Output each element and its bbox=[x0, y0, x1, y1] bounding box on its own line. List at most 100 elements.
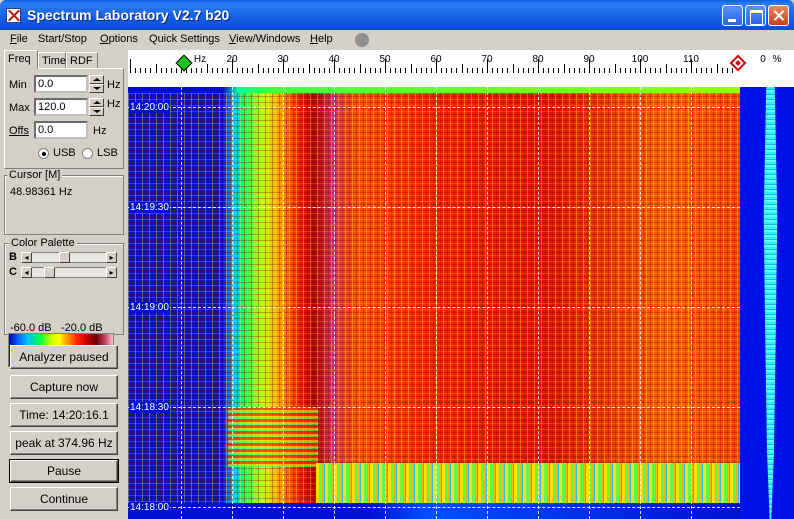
frequency-gridline bbox=[436, 87, 437, 519]
pause-button[interactable]: Pause bbox=[9, 459, 119, 483]
min-label: Min bbox=[9, 79, 27, 91]
scale-tick bbox=[293, 68, 295, 73]
scale-tick bbox=[497, 68, 499, 73]
time-label: 14:19:00 bbox=[129, 302, 170, 313]
scale-tick bbox=[425, 68, 427, 73]
frequency-gridline bbox=[691, 87, 692, 519]
scale-tick bbox=[155, 64, 157, 73]
app-icon[interactable] bbox=[6, 8, 21, 23]
offs-unit-label: Hz bbox=[93, 125, 107, 137]
frequency-gridline bbox=[487, 87, 488, 519]
min-frequency-input[interactable]: 0.0 bbox=[34, 75, 88, 93]
scale-tick bbox=[191, 68, 193, 73]
scale-tick-label: 80 bbox=[532, 54, 544, 65]
frequency-gridline bbox=[334, 87, 335, 519]
scale-tick bbox=[318, 68, 320, 73]
scale-tick bbox=[599, 68, 601, 73]
frequency-settings: Min 0.0 Hz Max 120.0 Hz Offs 0.0 Hz USB … bbox=[4, 68, 124, 169]
scale-tick bbox=[140, 68, 142, 73]
scale-tick bbox=[247, 68, 249, 73]
tab-rdf[interactable]: RDF bbox=[66, 52, 98, 69]
title-bar[interactable]: Spectrum Laboratory V2.7 b20 bbox=[0, 0, 794, 30]
menu-options[interactable]: Options bbox=[100, 33, 138, 45]
max-frequency-spinner[interactable] bbox=[89, 98, 104, 116]
scale-tick bbox=[624, 68, 626, 73]
menu-start-stop[interactable]: Start/Stop bbox=[38, 33, 87, 45]
scale-tick bbox=[242, 68, 244, 73]
time-display-button[interactable]: Time: 14:20:16.1 bbox=[10, 403, 118, 427]
analyzer-paused-button[interactable]: Analyzer paused bbox=[10, 345, 118, 369]
scale-tick bbox=[701, 68, 703, 73]
scale-tick bbox=[395, 68, 397, 73]
cursor-title: Cursor [M] bbox=[7, 169, 63, 181]
contrast-right-arrow[interactable]: ▸ bbox=[106, 267, 117, 278]
scale-tick bbox=[604, 68, 606, 73]
min-unit-label: Hz bbox=[107, 79, 121, 91]
frequency-scale[interactable]: 102030405060708090100110 Hz 0 % bbox=[128, 50, 794, 87]
menu-help[interactable]: Help bbox=[310, 33, 333, 45]
time-gridline bbox=[128, 407, 740, 408]
maximize-button[interactable] bbox=[745, 5, 766, 26]
scale-tick bbox=[507, 68, 509, 73]
brightness-left-arrow[interactable]: ◂ bbox=[21, 252, 32, 263]
time-gridline bbox=[128, 207, 740, 208]
menu-view-windows[interactable]: View/Windows bbox=[229, 33, 300, 45]
offs-label: Offs bbox=[9, 125, 29, 137]
control-panel: Freq Time RDF Min 0.0 Hz Max 120.0 Hz Of… bbox=[2, 50, 126, 519]
percent-zero-label: 0 bbox=[760, 54, 766, 65]
color-palette-group: Color Palette B ◂ ▸ C ◂ ▸ -60.0 dB -20.0… bbox=[4, 237, 124, 335]
scale-tick-label: 110 bbox=[683, 54, 699, 65]
offset-frequency-input[interactable]: 0.0 bbox=[34, 121, 88, 139]
contrast-slider[interactable] bbox=[21, 267, 117, 278]
scale-tick bbox=[650, 68, 652, 73]
scale-tick bbox=[685, 68, 687, 73]
scale-tick bbox=[466, 68, 468, 73]
scale-tick bbox=[563, 64, 565, 73]
waterfall-display[interactable]: 14:20:00 14:19:30 14:19:00 14:18:30 14:1… bbox=[128, 87, 740, 519]
continue-button[interactable]: Continue bbox=[10, 487, 118, 511]
scale-tick bbox=[696, 68, 698, 73]
scale-tick bbox=[349, 68, 351, 73]
menu-quick-settings[interactable]: Quick Settings bbox=[149, 33, 220, 45]
lsb-label: LSB bbox=[97, 147, 118, 159]
scale-tick bbox=[476, 68, 478, 73]
brightness-right-arrow[interactable]: ▸ bbox=[106, 252, 117, 263]
scale-tick bbox=[558, 68, 560, 73]
close-button[interactable] bbox=[768, 5, 789, 26]
peak-display-button[interactable]: peak at 374.96 Hz bbox=[10, 431, 118, 455]
minimize-button[interactable] bbox=[722, 5, 743, 26]
time-label: 14:18:30 bbox=[129, 402, 170, 413]
scale-tick bbox=[578, 68, 580, 73]
scale-tick-label: 60 bbox=[430, 54, 442, 65]
scale-tick bbox=[721, 68, 723, 73]
brightness-slider-thumb[interactable] bbox=[59, 252, 70, 263]
capture-now-button[interactable]: Capture now bbox=[10, 375, 118, 399]
scale-tick bbox=[680, 68, 682, 73]
scale-tick bbox=[451, 68, 453, 73]
scale-tick bbox=[206, 64, 208, 73]
scale-tick bbox=[502, 68, 504, 73]
scale-tick-label: 40 bbox=[328, 54, 340, 65]
scale-tick bbox=[165, 68, 167, 73]
scale-tick bbox=[481, 68, 483, 73]
lsb-radio[interactable] bbox=[82, 148, 93, 159]
scale-tick bbox=[665, 64, 667, 73]
scale-tick bbox=[135, 68, 137, 73]
max-frequency-input[interactable]: 120.0 bbox=[34, 98, 88, 116]
min-frequency-spinner[interactable] bbox=[89, 75, 104, 93]
scale-tick bbox=[410, 64, 412, 73]
frequency-gridline bbox=[181, 87, 182, 519]
tab-freq[interactable]: Freq bbox=[4, 50, 38, 69]
menu-file[interactable]: File bbox=[10, 33, 28, 45]
tab-time[interactable]: Time bbox=[38, 52, 66, 69]
scale-tick bbox=[267, 68, 269, 73]
usb-radio[interactable] bbox=[38, 148, 49, 159]
scale-tick bbox=[257, 64, 259, 73]
time-gridline bbox=[128, 107, 740, 108]
contrast-slider-thumb[interactable] bbox=[44, 267, 55, 278]
record-indicator-icon[interactable] bbox=[355, 33, 369, 47]
window-title: Spectrum Laboratory V2.7 b20 bbox=[27, 7, 230, 23]
scale-tick bbox=[629, 68, 631, 73]
contrast-left-arrow[interactable]: ◂ bbox=[21, 267, 32, 278]
scale-unit-label: Hz bbox=[193, 54, 207, 65]
